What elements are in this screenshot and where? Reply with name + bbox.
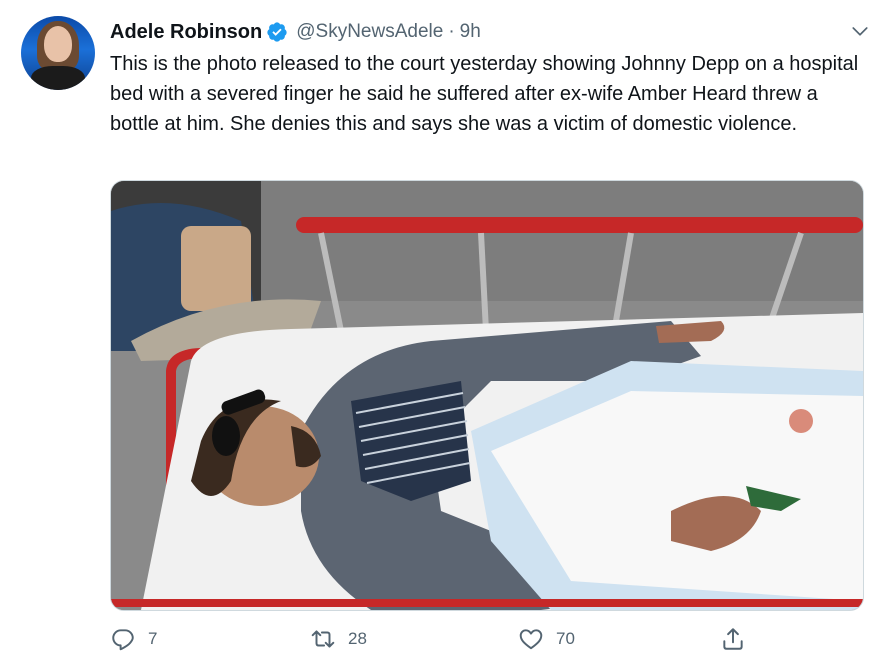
- reply-button[interactable]: 7: [110, 622, 157, 656]
- like-count: 70: [556, 629, 575, 648]
- tweet-time[interactable]: 9h: [460, 21, 481, 43]
- tweet-header: Adele Robinson @SkyNewsAdele · 9h: [110, 17, 481, 47]
- share-icon: [723, 628, 743, 650]
- retweet-icon: [311, 630, 335, 648]
- retweet-button[interactable]: 28: [310, 622, 367, 656]
- separator-dot: ·: [448, 21, 455, 42]
- tweet-photo[interactable]: [110, 180, 864, 611]
- author-handle[interactable]: @SkyNewsAdele: [296, 21, 443, 43]
- share-button[interactable]: [720, 622, 746, 656]
- verified-badge-icon: [267, 22, 287, 42]
- author-name[interactable]: Adele Robinson: [110, 21, 262, 44]
- hospital-bed-photo: [111, 181, 863, 610]
- avatar[interactable]: [21, 16, 95, 90]
- tweet[interactable]: Adele Robinson @SkyNewsAdele · 9h This i…: [0, 0, 893, 664]
- reply-icon: [112, 629, 134, 651]
- like-button[interactable]: 70: [518, 622, 575, 656]
- like-icon: [519, 629, 543, 650]
- retweet-count: 28: [348, 629, 367, 648]
- tweet-text: This is the photo released to the court …: [110, 53, 859, 135]
- reply-count: 7: [148, 629, 158, 648]
- tweet-actions: 7 28 70: [110, 622, 750, 656]
- chevron-down-icon[interactable]: [851, 22, 869, 40]
